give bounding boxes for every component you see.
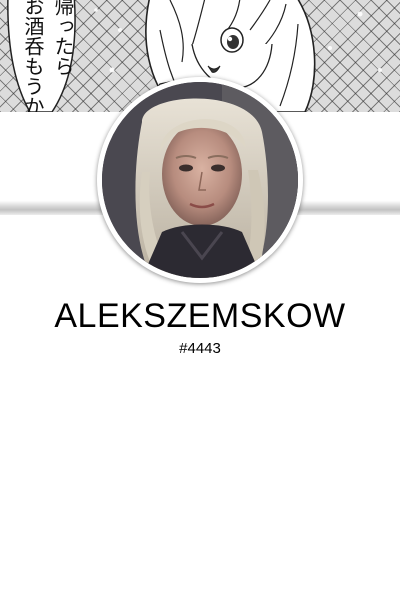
avatar[interactable] xyxy=(102,82,298,278)
username: ALEKSZEMSKOW xyxy=(54,297,346,335)
speech-bubble-text: 帰ったら お酒呑もうか xyxy=(20,0,76,112)
profile-card: 帰ったら お酒呑もうか ALEKSZEMSKOW #4443 xyxy=(0,0,400,600)
avatar-frame[interactable] xyxy=(97,77,303,283)
speech-bubble-line: 帰ったら xyxy=(51,0,75,76)
user-discriminator: #4443 xyxy=(179,340,221,357)
avatar-portrait xyxy=(102,82,298,278)
speech-bubble-line: お酒呑もうか xyxy=(21,0,45,112)
